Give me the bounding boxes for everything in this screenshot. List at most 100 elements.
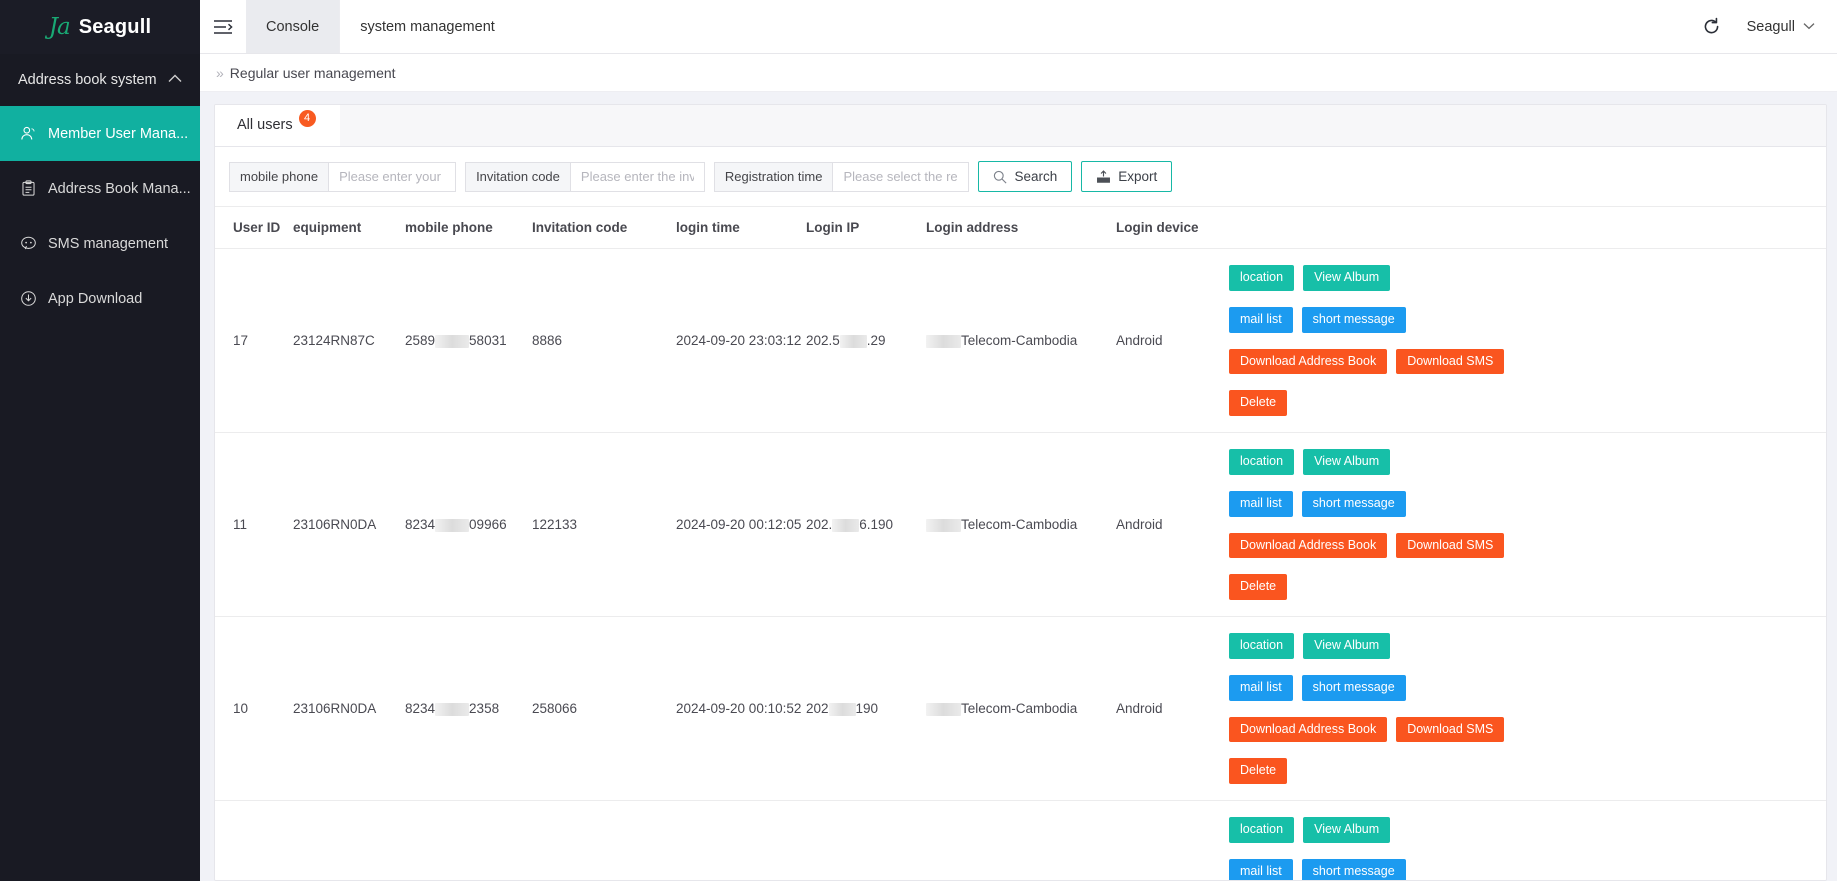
filter-bar: mobile phone Invitation code Registratio… xyxy=(215,147,1826,206)
users-panel: All users 4 mobile phone Invitation code xyxy=(214,104,1827,881)
action-button-location[interactable]: location xyxy=(1229,265,1295,291)
action-button-view-album[interactable]: View Album xyxy=(1303,449,1391,475)
export-button-label: Export xyxy=(1118,169,1158,184)
sidebar: Ja Seagull Address book system Member Us… xyxy=(0,0,200,881)
tab-all-users-label: All users xyxy=(237,117,293,133)
tab-all-users[interactable]: All users 4 xyxy=(215,105,340,146)
users-table: User ID equipment mobile phone Invitatio… xyxy=(215,206,1826,880)
cell-login-device: Android xyxy=(1116,800,1229,880)
action-button-mail-list[interactable]: mail list xyxy=(1229,674,1293,701)
action-button-download-address-book[interactable]: Download Address Book xyxy=(1229,716,1388,743)
redacted-mask xyxy=(832,518,860,532)
table-row: 10 23106RN0DA 8234 2358 258066 2024-09-20 00:… xyxy=(215,616,1826,801)
brand-name: Seagull xyxy=(78,15,152,38)
action-button-download-address-book[interactable]: Download Address Book xyxy=(1229,348,1388,375)
col-login-address: Login address xyxy=(926,206,1116,249)
table-header-row: User ID equipment mobile phone Invitatio… xyxy=(215,206,1826,249)
filter-invitation-code: Invitation code xyxy=(465,161,705,192)
sidebar-group-label: Address book system xyxy=(18,72,157,88)
search-input-mobile-phone[interactable] xyxy=(328,161,457,192)
cell-user-id: 11 xyxy=(215,432,293,617)
chevron-up-icon xyxy=(168,74,182,86)
action-button-location[interactable]: location xyxy=(1229,449,1295,475)
sidebar-group-address-book-system[interactable]: Address book system xyxy=(0,54,200,106)
action-button-view-album[interactable]: View Album xyxy=(1303,817,1391,843)
topbar-tab-system-management[interactable]: system management xyxy=(340,0,515,53)
action-button-delete[interactable]: Delete xyxy=(1229,574,1288,600)
app-root: Ja Seagull Address book system Member Us… xyxy=(0,0,1837,881)
redacted-mask xyxy=(839,334,867,348)
col-login-time: login time xyxy=(676,206,806,249)
filter-mobile-phone-label: mobile phone xyxy=(229,161,329,192)
action-button-view-album[interactable]: View Album xyxy=(1303,633,1391,659)
col-invitation-code: Invitation code xyxy=(532,206,676,249)
action-button-delete[interactable]: Delete xyxy=(1229,758,1288,784)
cell-login-device: Android xyxy=(1116,248,1229,433)
cell-mobile-phone: 8234 09966 xyxy=(405,432,532,617)
redacted-mask xyxy=(435,518,470,532)
action-button-view-album[interactable]: View Album xyxy=(1303,265,1391,291)
export-button[interactable]: Export xyxy=(1081,161,1173,192)
filter-registration-time: Registration time xyxy=(713,161,970,192)
action-button-mail-list[interactable]: mail list xyxy=(1229,306,1293,333)
table-row: 17 23124RN87C 2589 58031 8886 2024-09-20 23:0… xyxy=(215,248,1826,433)
cell-invitation-code: 8886 xyxy=(532,248,676,433)
action-button-short-message[interactable]: short message xyxy=(1301,858,1406,880)
status-badge: 4 xyxy=(298,109,316,127)
hamburger-icon[interactable] xyxy=(200,0,246,53)
cell-login-time: 2024-09-20 00:12:05 xyxy=(676,432,806,617)
action-button-location[interactable]: location xyxy=(1229,817,1295,843)
search-input-invitation-code[interactable] xyxy=(569,161,705,192)
sidebar-item-sms-management[interactable]: SMS management xyxy=(0,216,200,271)
action-button-download-sms[interactable]: Download SMS xyxy=(1396,348,1505,375)
sidebar-item-label: Member User Mana... xyxy=(48,125,189,142)
search-button-label: Search xyxy=(1014,169,1058,184)
cell-actions: location View Album mail list short message… xyxy=(1229,800,1826,880)
action-button-download-sms[interactable]: Download SMS xyxy=(1396,716,1505,743)
breadcrumb: » Regular user management xyxy=(200,54,1837,92)
export-icon xyxy=(1096,169,1111,184)
action-button-delete[interactable]: Delete xyxy=(1229,390,1288,416)
cell-login-time: 2024-09-20 00:09:55 xyxy=(676,800,806,880)
cell-mobile-phone: 82342358 xyxy=(405,616,532,801)
cell-login-ip: 202.5.29 xyxy=(806,248,926,433)
action-button-location[interactable]: location xyxy=(1229,633,1295,659)
action-button-short-message[interactable]: short message xyxy=(1301,490,1406,517)
user-menu[interactable]: Seagull xyxy=(1739,0,1837,53)
search-button[interactable]: Search xyxy=(978,161,1073,192)
cell-user-id: 9 xyxy=(215,800,293,880)
cell-actions: location View Album mail list short message… xyxy=(1229,248,1826,433)
cell-equipment: 23106RN0DA xyxy=(293,800,405,880)
col-mobile-phone: mobile phone xyxy=(405,206,532,249)
filter-mobile-phone: mobile phone xyxy=(229,161,457,192)
cell-equipment: 23124RN87C xyxy=(293,248,405,433)
sidebar-item-member-user-management[interactable]: Member User Mana... xyxy=(0,106,200,161)
cell-equipment: 23106RN0DA xyxy=(293,616,405,801)
action-button-short-message[interactable]: short message xyxy=(1301,306,1406,333)
sidebar-item-address-book-management[interactable]: Address Book Mana... xyxy=(0,161,200,216)
col-login-device: Login device xyxy=(1116,206,1229,249)
cell-login-address: Telecom-Cambodia xyxy=(926,800,1116,880)
topbar: Console system management Seagull xyxy=(200,0,1837,54)
sidebar-item-app-download[interactable]: App Download xyxy=(0,271,200,326)
message-icon xyxy=(20,235,37,252)
cell-invitation-code: 258066 xyxy=(532,616,676,801)
clipboard-icon xyxy=(20,180,37,197)
col-equipment: equipment xyxy=(293,206,405,249)
cell-actions: location View Album mail list short message… xyxy=(1229,432,1826,617)
refresh-icon[interactable] xyxy=(1685,0,1739,53)
action-button-mail-list[interactable]: mail list xyxy=(1229,858,1293,880)
action-button-download-address-book[interactable]: Download Address Book xyxy=(1229,532,1388,559)
search-input-registration-time[interactable] xyxy=(832,161,970,192)
action-button-short-message[interactable]: short message xyxy=(1301,674,1406,701)
cell-login-device: Android xyxy=(1116,616,1229,801)
cell-login-ip: 202 190 xyxy=(806,616,926,801)
cell-actions: location View Album mail list short message… xyxy=(1229,616,1826,801)
action-button-mail-list[interactable]: mail list xyxy=(1229,490,1293,517)
topbar-tab-console[interactable]: Console xyxy=(246,0,341,53)
breadcrumb-current: Regular user management xyxy=(229,64,396,81)
row-action-group: location View Album mail list short message… xyxy=(1229,265,1559,416)
action-button-download-sms[interactable]: Download SMS xyxy=(1396,532,1505,559)
sidebar-item-label: SMS management xyxy=(48,235,169,252)
